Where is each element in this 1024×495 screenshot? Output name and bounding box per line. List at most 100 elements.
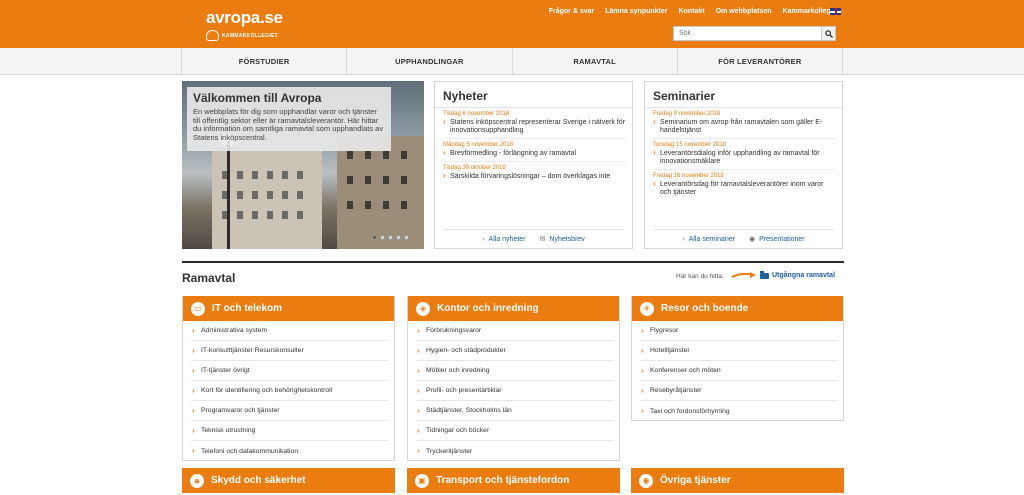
nav-upphandlingar[interactable]: UPPHANDLINGAR (347, 48, 513, 75)
chair-icon: ◈ (416, 301, 430, 316)
news-link[interactable]: Särskilda förvaringslösningar – dom över… (443, 172, 626, 181)
logo-subtitle: KAMMARKOLLEGIET (206, 30, 278, 41)
news-date: Tisdag 6 november 2018 (443, 111, 510, 117)
seminar-link[interactable]: Seminarium om avrop från ramavtalen som … (653, 118, 836, 135)
category-header[interactable]: ▭ IT och telekom (183, 296, 394, 321)
category-header[interactable]: ◉ Övriga tjänster (631, 468, 844, 493)
link-faq[interactable]: Frågor & svar (549, 8, 595, 15)
search-icon (824, 29, 833, 38)
category-header[interactable]: ◈ Kontor och inredning (408, 296, 619, 321)
carousel-dot[interactable] (372, 235, 377, 240)
category-title: Kontor och inredning (437, 303, 539, 314)
news-link[interactable]: Brevförmedling - förlängning av ramavtal (443, 149, 626, 158)
category-link[interactable]: Kort för identifiering och behörighetsko… (191, 381, 388, 401)
nav-ramavtal[interactable]: RAMAVTAL (513, 48, 678, 75)
news-date: Måndag 5 november 2018 (443, 142, 514, 148)
news-title: Nyheter (435, 82, 632, 108)
expired-agreements-link[interactable]: Utgångna ramavtal (760, 270, 836, 279)
arrow-icon (731, 272, 756, 278)
seminar-item[interactable]: Torsdag 15 november 2018 Leverantörsdial… (653, 142, 836, 170)
category-transport: ▣ Transport och tjänstefordon (407, 468, 620, 495)
category-link[interactable]: Administrativa system (191, 321, 388, 341)
category-header[interactable]: ▣ Transport och tjänstefordon (407, 468, 620, 493)
category-link[interactable]: Profil- och presentartiklar (416, 381, 613, 401)
section-divider (182, 261, 844, 263)
presentations-label: Presentationer (759, 235, 805, 243)
nav-forstudier[interactable]: FÖRSTUDIER (182, 48, 348, 75)
seminar-link[interactable]: Leverantörsdag för ramavtalsleverantörer… (653, 180, 836, 197)
hero-title: Välkommen till Avropa (193, 91, 322, 105)
carousel-dot[interactable] (388, 235, 393, 240)
seminars-title: Seminarier (645, 82, 842, 108)
category-link[interactable]: Resebyråtjänster (640, 381, 837, 401)
truck-icon: ▣ (415, 473, 429, 488)
category-title: Övriga tjänster (660, 475, 731, 486)
news-link[interactable]: Statens inköpscentral representerar Sver… (443, 118, 626, 135)
category-link[interactable]: Konferenser och möten (640, 361, 837, 381)
link-contact[interactable]: Kontakt (679, 8, 705, 15)
category-link[interactable]: Teknisk utrustning (191, 421, 388, 441)
carousel-dot[interactable] (404, 235, 409, 240)
envelope-icon: ✉ (539, 236, 546, 243)
plane-icon: ✈ (640, 301, 654, 316)
nav-leverantorer[interactable]: FÖR LEVERANTÖRER (678, 48, 843, 75)
search-button[interactable] (821, 27, 835, 40)
eye-icon: ◉ (639, 473, 653, 488)
link-feedback[interactable]: Lämna synpunkter (605, 8, 667, 15)
hero-carousel[interactable]: Välkommen till Avropa En webbplats för d… (182, 81, 424, 249)
hero-caption: Välkommen till Avropa En webbplats för d… (187, 87, 391, 151)
category-link[interactable]: Hotelltjänster (640, 341, 837, 361)
category-link[interactable]: Förbrukningsvaror (416, 321, 613, 341)
category-link[interactable]: Möbler och inredning (416, 361, 613, 381)
seminar-item[interactable]: Fredag 9 november 2018 Seminarium om avr… (653, 111, 836, 139)
top-links: Frågor & svar Lämna synpunkter Kontakt O… (549, 8, 839, 15)
category-header[interactable]: 🔒︎ Skydd och säkerhet (182, 468, 395, 493)
category-resor: ✈ Resor och boende Flygresor Hotelltjäns… (631, 296, 844, 421)
category-link[interactable]: IT-tjänster övrigt (191, 361, 388, 381)
english-flag-icon[interactable] (830, 8, 841, 15)
folder-icon (760, 270, 769, 279)
carousel-dot[interactable] (396, 235, 401, 240)
all-seminars-label: Alla seminarier (688, 235, 735, 243)
category-kontor: ◈ Kontor och inredning Förbrukningsvaror… (407, 296, 620, 461)
category-it: ▭ IT och telekom Administrativa system I… (182, 296, 395, 461)
news-item[interactable]: Måndag 5 november 2018 Brevförmedling - … (443, 142, 626, 162)
category-link[interactable]: Telefoni och datakommunikation (191, 441, 388, 461)
seminar-date: Fredag 16 november 2018 (653, 173, 724, 179)
category-link[interactable]: Tidningar och böcker (416, 421, 613, 441)
category-link[interactable]: IT-konsulttjänster Resurskonsulter (191, 341, 388, 361)
search-box (673, 26, 836, 41)
category-link[interactable]: Flygresor (640, 321, 837, 341)
category-link[interactable]: Programvaror och tjänster (191, 401, 388, 421)
newsletter-link[interactable]: ✉ Nyhetsbrev (539, 235, 585, 244)
news-item[interactable]: Tisdag 6 november 2018 Statens inköpscen… (443, 111, 626, 139)
seminar-link[interactable]: Leverantörsdialog inför upphandling av r… (653, 149, 836, 166)
expired-label: Utgångna ramavtal (772, 272, 836, 279)
category-title: Resor och boende (661, 303, 749, 314)
news-item[interactable]: Tisdag 30 oktober 2018 Särskilda förvari… (443, 165, 626, 181)
newsletter-label: Nyhetsbrev (549, 235, 585, 243)
all-news-label: Alla nyheter (488, 235, 526, 243)
search-input[interactable] (674, 27, 820, 40)
category-title: Transport och tjänstefordon (436, 475, 570, 486)
presentations-link[interactable]: ◉ Presentationer (749, 235, 805, 244)
category-link[interactable]: Taxi och fordonsförhyrning (640, 401, 837, 421)
find-text: Här kan du hitta: (676, 273, 724, 280)
category-link[interactable]: Städtjänster, Stockholms län (416, 401, 613, 421)
carousel-dot[interactable] (380, 235, 385, 240)
site-header: avropa.se KAMMARKOLLEGIET Frågor & svar … (0, 0, 1024, 48)
all-news-link[interactable]: › Alla nyheter (482, 236, 525, 243)
chevron-right-icon: › (482, 235, 485, 243)
category-ovriga: ◉ Övriga tjänster (631, 468, 844, 495)
logo-text: avropa.se (206, 8, 283, 27)
category-link[interactable]: Hygien- och städprodukter (416, 341, 613, 361)
seminar-item[interactable]: Fredag 16 november 2018 Leverantörsdag f… (653, 173, 836, 197)
category-header[interactable]: ✈ Resor och boende (632, 296, 843, 321)
category-title: Skydd och säkerhet (211, 475, 306, 486)
site-logo[interactable]: avropa.se KAMMARKOLLEGIET (206, 8, 283, 41)
category-link[interactable]: Tryckeritjänster (416, 441, 613, 461)
all-seminars-link[interactable]: › Alla seminarier (682, 236, 735, 243)
seminar-date: Torsdag 15 november 2018 (653, 142, 727, 148)
link-about[interactable]: Om webbplatsen (716, 8, 772, 15)
seminar-date: Fredag 9 november 2018 (653, 111, 721, 117)
